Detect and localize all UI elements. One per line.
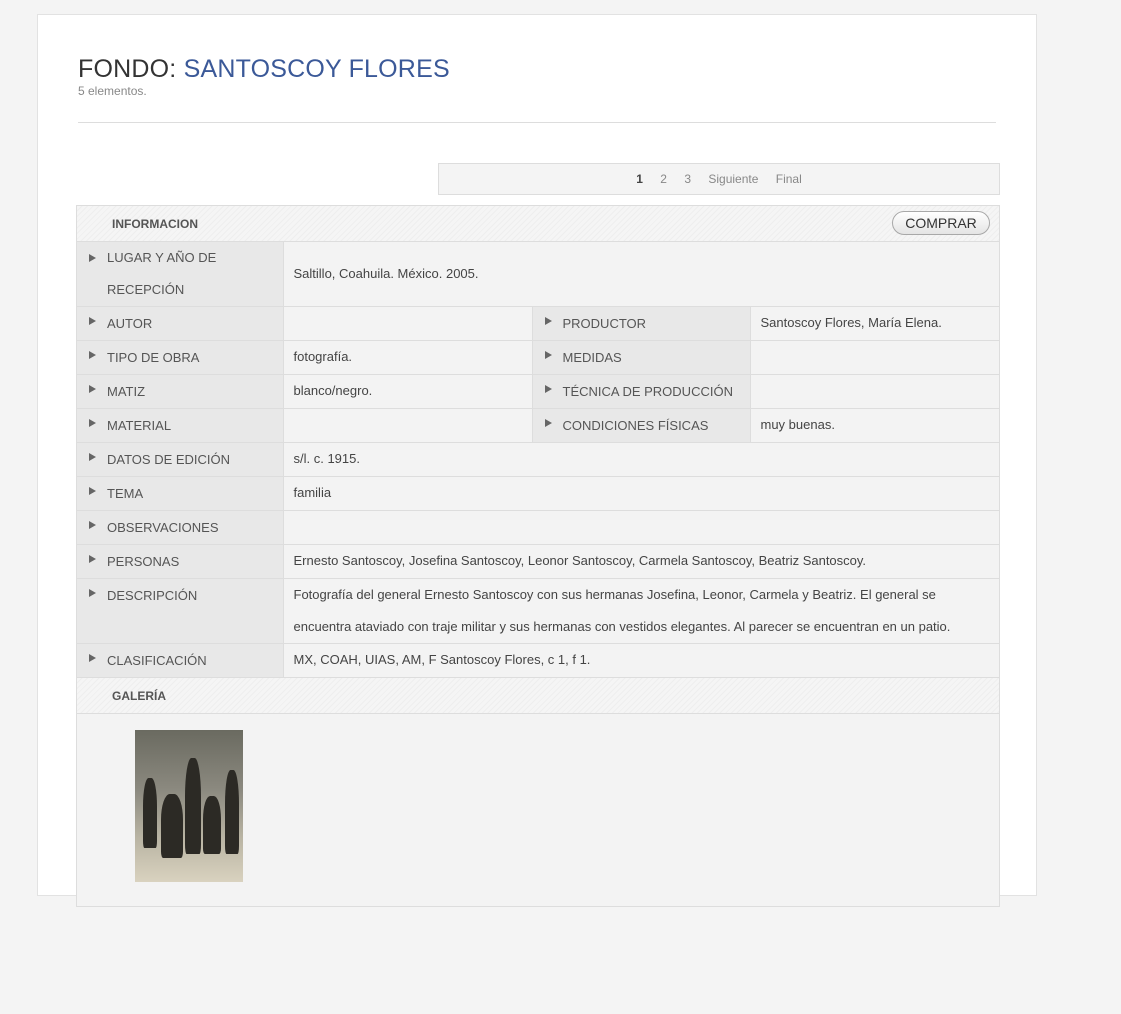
triangle-right-icon xyxy=(544,419,552,427)
triangle-right-icon xyxy=(89,654,96,662)
table-row: LUGAR Y AÑO DE RECEPCIÓN Saltillo, Coahu… xyxy=(77,242,1000,307)
record-panel: INFORMACION COMPRAR LUGAR Y AÑO DE RECEP… xyxy=(76,205,1000,907)
fondo-name: SANTOSCOY FLORES xyxy=(183,55,450,83)
triangle-right-icon xyxy=(89,351,96,359)
field-value: fotografía. xyxy=(283,340,533,375)
triangle-right-icon xyxy=(544,351,552,359)
field-value xyxy=(750,374,1000,409)
field-value: Saltillo, Coahuila. México. 2005. xyxy=(283,242,1000,307)
field-label: LUGAR Y AÑO DE RECEPCIÓN xyxy=(77,242,284,307)
table-row: DATOS DE EDICIÓN s/l. c. 1915. xyxy=(77,442,1000,477)
field-label: TEMA xyxy=(77,476,284,511)
field-value: Santoscoy Flores, María Elena. xyxy=(750,306,1000,341)
field-value xyxy=(283,408,533,443)
field-label: CLASIFICACIÓN xyxy=(77,643,284,678)
table-row: OBSERVACIONES xyxy=(77,510,1000,545)
field-label: MEDIDAS xyxy=(532,340,751,375)
info-heading: INFORMACION xyxy=(112,217,198,231)
field-label: DATOS DE EDICIÓN xyxy=(77,442,284,477)
field-label: PRODUCTOR xyxy=(532,306,751,341)
page-link-2[interactable]: 2 xyxy=(660,172,667,186)
field-label: DESCRIPCIÓN xyxy=(77,578,284,644)
field-label: MATERIAL xyxy=(77,408,284,443)
triangle-right-icon xyxy=(89,385,96,393)
figure-silhouette xyxy=(185,758,201,854)
field-value: blanco/negro. xyxy=(283,374,533,409)
field-value: familia xyxy=(283,476,1000,511)
page-link-3[interactable]: 3 xyxy=(684,172,691,186)
table-row: MATIZ blanco/negro. TÉCNICA DE PRODUCCIÓ… xyxy=(77,374,1000,409)
table-row: AUTOR PRODUCTOR Santoscoy Flores, María … xyxy=(77,306,1000,341)
table-row: CLASIFICACIÓN MX, COAH, UIAS, AM, F Sant… xyxy=(77,643,1000,678)
figure-silhouette xyxy=(143,778,157,848)
field-value xyxy=(750,340,1000,375)
triangle-right-icon xyxy=(89,254,96,262)
last-page-link[interactable]: Final xyxy=(776,172,802,186)
field-value xyxy=(283,306,533,341)
field-value: s/l. c. 1915. xyxy=(283,442,1000,477)
gallery-header: GALERÍA xyxy=(77,678,999,714)
figure-silhouette xyxy=(203,796,221,854)
figure-silhouette xyxy=(225,770,239,854)
buy-button[interactable]: COMPRAR xyxy=(892,211,990,235)
triangle-right-icon xyxy=(89,589,96,597)
triangle-right-icon xyxy=(544,385,552,393)
info-header: INFORMACION COMPRAR xyxy=(77,206,999,242)
table-row: DESCRIPCIÓN Fotografía del general Ernes… xyxy=(77,578,1000,644)
field-value: MX, COAH, UIAS, AM, F Santoscoy Flores, … xyxy=(283,643,1000,678)
triangle-right-icon xyxy=(89,555,96,563)
field-value xyxy=(283,510,1000,545)
page-link-1[interactable]: 1 xyxy=(636,172,643,186)
gallery-body xyxy=(77,714,999,1014)
info-table: LUGAR Y AÑO DE RECEPCIÓN Saltillo, Coahu… xyxy=(77,242,1000,678)
table-row: PERSONAS Ernesto Santoscoy, Josefina San… xyxy=(77,544,1000,579)
field-value: Fotografía del general Ernesto Santoscoy… xyxy=(283,578,1000,644)
title-prefix: FONDO: xyxy=(78,55,177,83)
field-label: AUTOR xyxy=(77,306,284,341)
field-value: Ernesto Santoscoy, Josefina Santoscoy, L… xyxy=(283,544,1000,579)
table-row: TIPO DE OBRA fotografía. MEDIDAS xyxy=(77,340,1000,375)
triangle-right-icon xyxy=(544,317,552,325)
triangle-right-icon xyxy=(89,317,96,325)
field-label: OBSERVACIONES xyxy=(77,510,284,545)
content-page: FONDO: SANTOSCOY FLORES 5 elementos. 1 2… xyxy=(37,14,1037,907)
triangle-right-icon xyxy=(89,453,96,461)
triangle-right-icon xyxy=(89,419,96,427)
field-label: TÉCNICA DE PRODUCCIÓN xyxy=(532,374,751,409)
pagination: 1 2 3 Siguiente Final xyxy=(438,163,1000,195)
next-page-link[interactable]: Siguiente xyxy=(708,172,758,186)
photo-thumbnail[interactable] xyxy=(135,730,243,882)
field-label: CONDICIONES FÍSICAS xyxy=(532,408,751,443)
figure-silhouette xyxy=(161,794,183,858)
triangle-right-icon xyxy=(89,487,96,495)
divider xyxy=(78,122,996,123)
triangle-right-icon xyxy=(89,521,96,529)
table-row: MATERIAL CONDICIONES FÍSICAS muy buenas. xyxy=(77,408,1000,443)
item-count: 5 elementos. xyxy=(78,84,147,98)
page-title: FONDO: SANTOSCOY FLORES xyxy=(78,55,450,84)
field-label: MATIZ xyxy=(77,374,284,409)
field-value: muy buenas. xyxy=(750,408,1000,443)
field-label: TIPO DE OBRA xyxy=(77,340,284,375)
gallery-heading: GALERÍA xyxy=(112,689,166,703)
table-row: TEMA familia xyxy=(77,476,1000,511)
field-label: PERSONAS xyxy=(77,544,284,579)
